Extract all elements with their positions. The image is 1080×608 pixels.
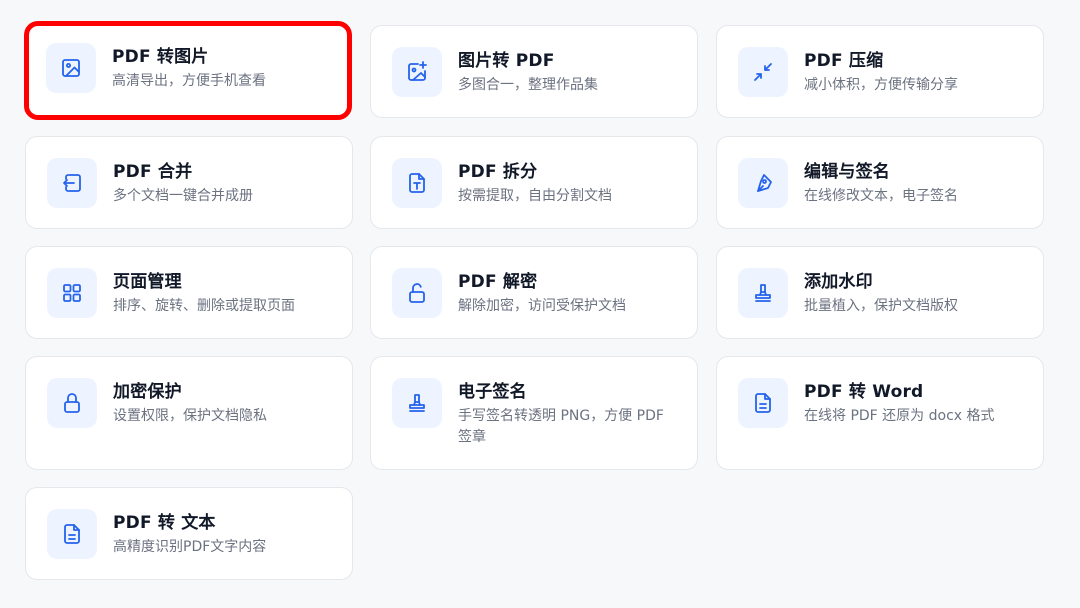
tool-description: 按需提取，自由分割文档 xyxy=(458,188,612,204)
merge-icon xyxy=(47,158,97,208)
tool-description: 高清导出，方便手机查看 xyxy=(112,73,266,89)
image-add-icon xyxy=(392,47,442,97)
tool-card-pdf-decrypt[interactable]: PDF 解密 解除加密，访问受保护文档 xyxy=(370,246,698,339)
compress-icon xyxy=(738,47,788,97)
tool-card-pdf-compress[interactable]: PDF 压缩 减小体积，方便传输分享 xyxy=(716,25,1044,118)
tool-description: 在线将 PDF 还原为 docx 格式 xyxy=(804,408,995,424)
tool-description: 多图合一，整理作品集 xyxy=(458,77,598,93)
tool-title: PDF 解密 xyxy=(458,272,538,292)
tool-description: 设置权限，保护文档隐私 xyxy=(113,408,267,424)
tool-description: 在线修改文本，电子签名 xyxy=(804,188,958,204)
tool-title: 图片转 PDF xyxy=(458,51,555,71)
split-icon xyxy=(392,158,442,208)
tool-title: 编辑与签名 xyxy=(804,162,890,182)
tool-card-pdf-merge[interactable]: PDF 合并 多个文档一键合并成册 xyxy=(25,136,353,229)
tool-title: PDF 拆分 xyxy=(458,162,538,182)
stamp-icon xyxy=(738,268,788,318)
tool-description: 高精度识别PDF文字内容 xyxy=(113,539,267,555)
tool-title: PDF 压缩 xyxy=(804,51,884,71)
tool-card-edit-sign[interactable]: 编辑与签名 在线修改文本，电子签名 xyxy=(716,136,1044,229)
tool-card-pdf-to-image[interactable]: PDF 转图片 高清导出，方便手机查看 xyxy=(24,21,352,120)
tool-card-pdf-to-word[interactable]: PDF 转 Word 在线将 PDF 还原为 docx 格式 xyxy=(716,356,1044,470)
tool-card-add-watermark[interactable]: 添加水印 批量植入，保护文档版权 xyxy=(716,246,1044,339)
tool-title: PDF 转图片 xyxy=(112,47,209,67)
stamp-icon xyxy=(392,378,442,428)
tool-title: 电子签名 xyxy=(458,382,527,402)
document-icon xyxy=(738,378,788,428)
tool-title: 页面管理 xyxy=(113,272,182,292)
document-icon xyxy=(47,509,97,559)
tool-description: 多个文档一键合并成册 xyxy=(113,188,253,204)
tool-title: PDF 合并 xyxy=(113,162,193,182)
tool-card-encrypt-protect[interactable]: 加密保护 设置权限，保护文档隐私 xyxy=(25,356,353,470)
tool-description: 排序、旋转、删除或提取页面 xyxy=(113,298,295,314)
tool-card-pdf-split[interactable]: PDF 拆分 按需提取，自由分割文档 xyxy=(370,136,698,229)
tool-title: 添加水印 xyxy=(804,272,873,292)
unlock-icon xyxy=(392,268,442,318)
lock-icon xyxy=(47,378,97,428)
tool-description: 减小体积，方便传输分享 xyxy=(804,77,958,93)
tool-card-pdf-to-text[interactable]: PDF 转 文本 高精度识别PDF文字内容 xyxy=(25,487,353,580)
tool-title: PDF 转 Word xyxy=(804,382,924,402)
tool-card-image-to-pdf[interactable]: 图片转 PDF 多图合一，整理作品集 xyxy=(370,25,698,118)
tool-card-e-signature[interactable]: 电子签名 手写签名转透明 PNG，方便 PDF 签章 xyxy=(370,356,698,470)
tool-description: 批量植入，保护文档版权 xyxy=(804,298,958,314)
pen-icon xyxy=(738,158,788,208)
tool-title: 加密保护 xyxy=(113,382,182,402)
tool-description: 解除加密，访问受保护文档 xyxy=(458,298,626,314)
tool-card-page-manage[interactable]: 页面管理 排序、旋转、删除或提取页面 xyxy=(25,246,353,339)
grid-icon xyxy=(47,268,97,318)
tool-description: 手写签名转透明 PNG，方便 PDF 签章 xyxy=(458,408,664,445)
tool-title: PDF 转 文本 xyxy=(113,513,216,533)
image-icon xyxy=(46,43,96,93)
